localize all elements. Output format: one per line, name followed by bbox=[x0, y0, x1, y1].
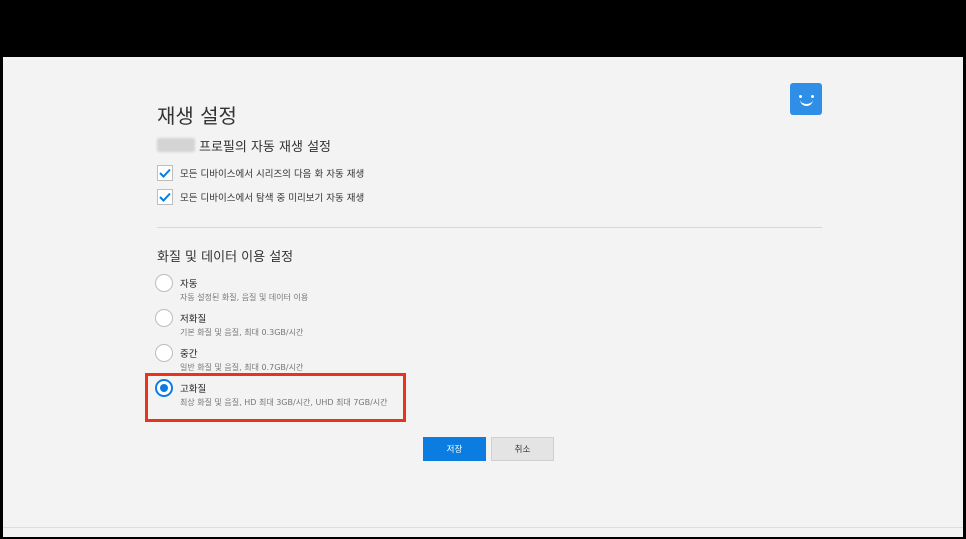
profile-avatar[interactable] bbox=[790, 83, 822, 115]
autoplay-next-episode-row[interactable]: 모든 디바이스에서 시리즈의 다음 화 자동 재생 bbox=[157, 164, 364, 182]
quality-auto-radio[interactable] bbox=[155, 274, 173, 292]
quality-option-label: 중간 bbox=[180, 349, 198, 360]
checkmark-icon bbox=[159, 168, 171, 178]
settings-page: 재생 설정 프로필의 자동 재생 설정 모든 디바이스에서 시리즈의 다음 화 … bbox=[3, 57, 963, 527]
autoplay-preview-label: 모든 디바이스에서 탐색 중 미리보기 자동 재생 bbox=[180, 193, 365, 204]
quality-medium-radio[interactable] bbox=[155, 344, 173, 362]
avatar-smile-icon bbox=[800, 98, 813, 106]
checkmark-icon bbox=[159, 192, 171, 202]
footer-strip bbox=[3, 527, 963, 537]
save-button[interactable]: 저장 bbox=[423, 437, 486, 461]
quality-option-desc: 기본 화질 및 음질, 최대 0.3GB/시간 bbox=[180, 328, 304, 337]
top-black-bar bbox=[0, 0, 966, 57]
quality-option-desc: 자동 설정된 화질, 음질 및 데이터 이용 bbox=[180, 293, 309, 302]
autoplay-preview-row[interactable]: 모든 디바이스에서 탐색 중 미리보기 자동 재생 bbox=[157, 188, 364, 206]
highlight-box bbox=[145, 373, 406, 422]
quality-low-radio[interactable] bbox=[155, 309, 173, 327]
quality-option-label: 자동 bbox=[180, 279, 198, 290]
profile-name-blurred bbox=[157, 138, 195, 152]
autoplay-section-title: 프로필의 자동 재생 설정 bbox=[199, 140, 331, 155]
section-divider bbox=[157, 227, 822, 228]
quality-option-desc: 일반 화질 및 음질, 최대 0.7GB/시간 bbox=[180, 363, 304, 372]
page-title: 재생 설정 bbox=[157, 104, 237, 129]
quality-option-label: 저화질 bbox=[180, 314, 207, 325]
autoplay-preview-checkbox[interactable] bbox=[157, 189, 173, 205]
autoplay-next-episode-label: 모든 디바이스에서 시리즈의 다음 화 자동 재생 bbox=[180, 169, 365, 180]
quality-section-title: 화질 및 데이터 이용 설정 bbox=[157, 250, 294, 265]
cancel-button[interactable]: 취소 bbox=[491, 437, 554, 461]
autoplay-next-episode-checkbox[interactable] bbox=[157, 165, 173, 181]
